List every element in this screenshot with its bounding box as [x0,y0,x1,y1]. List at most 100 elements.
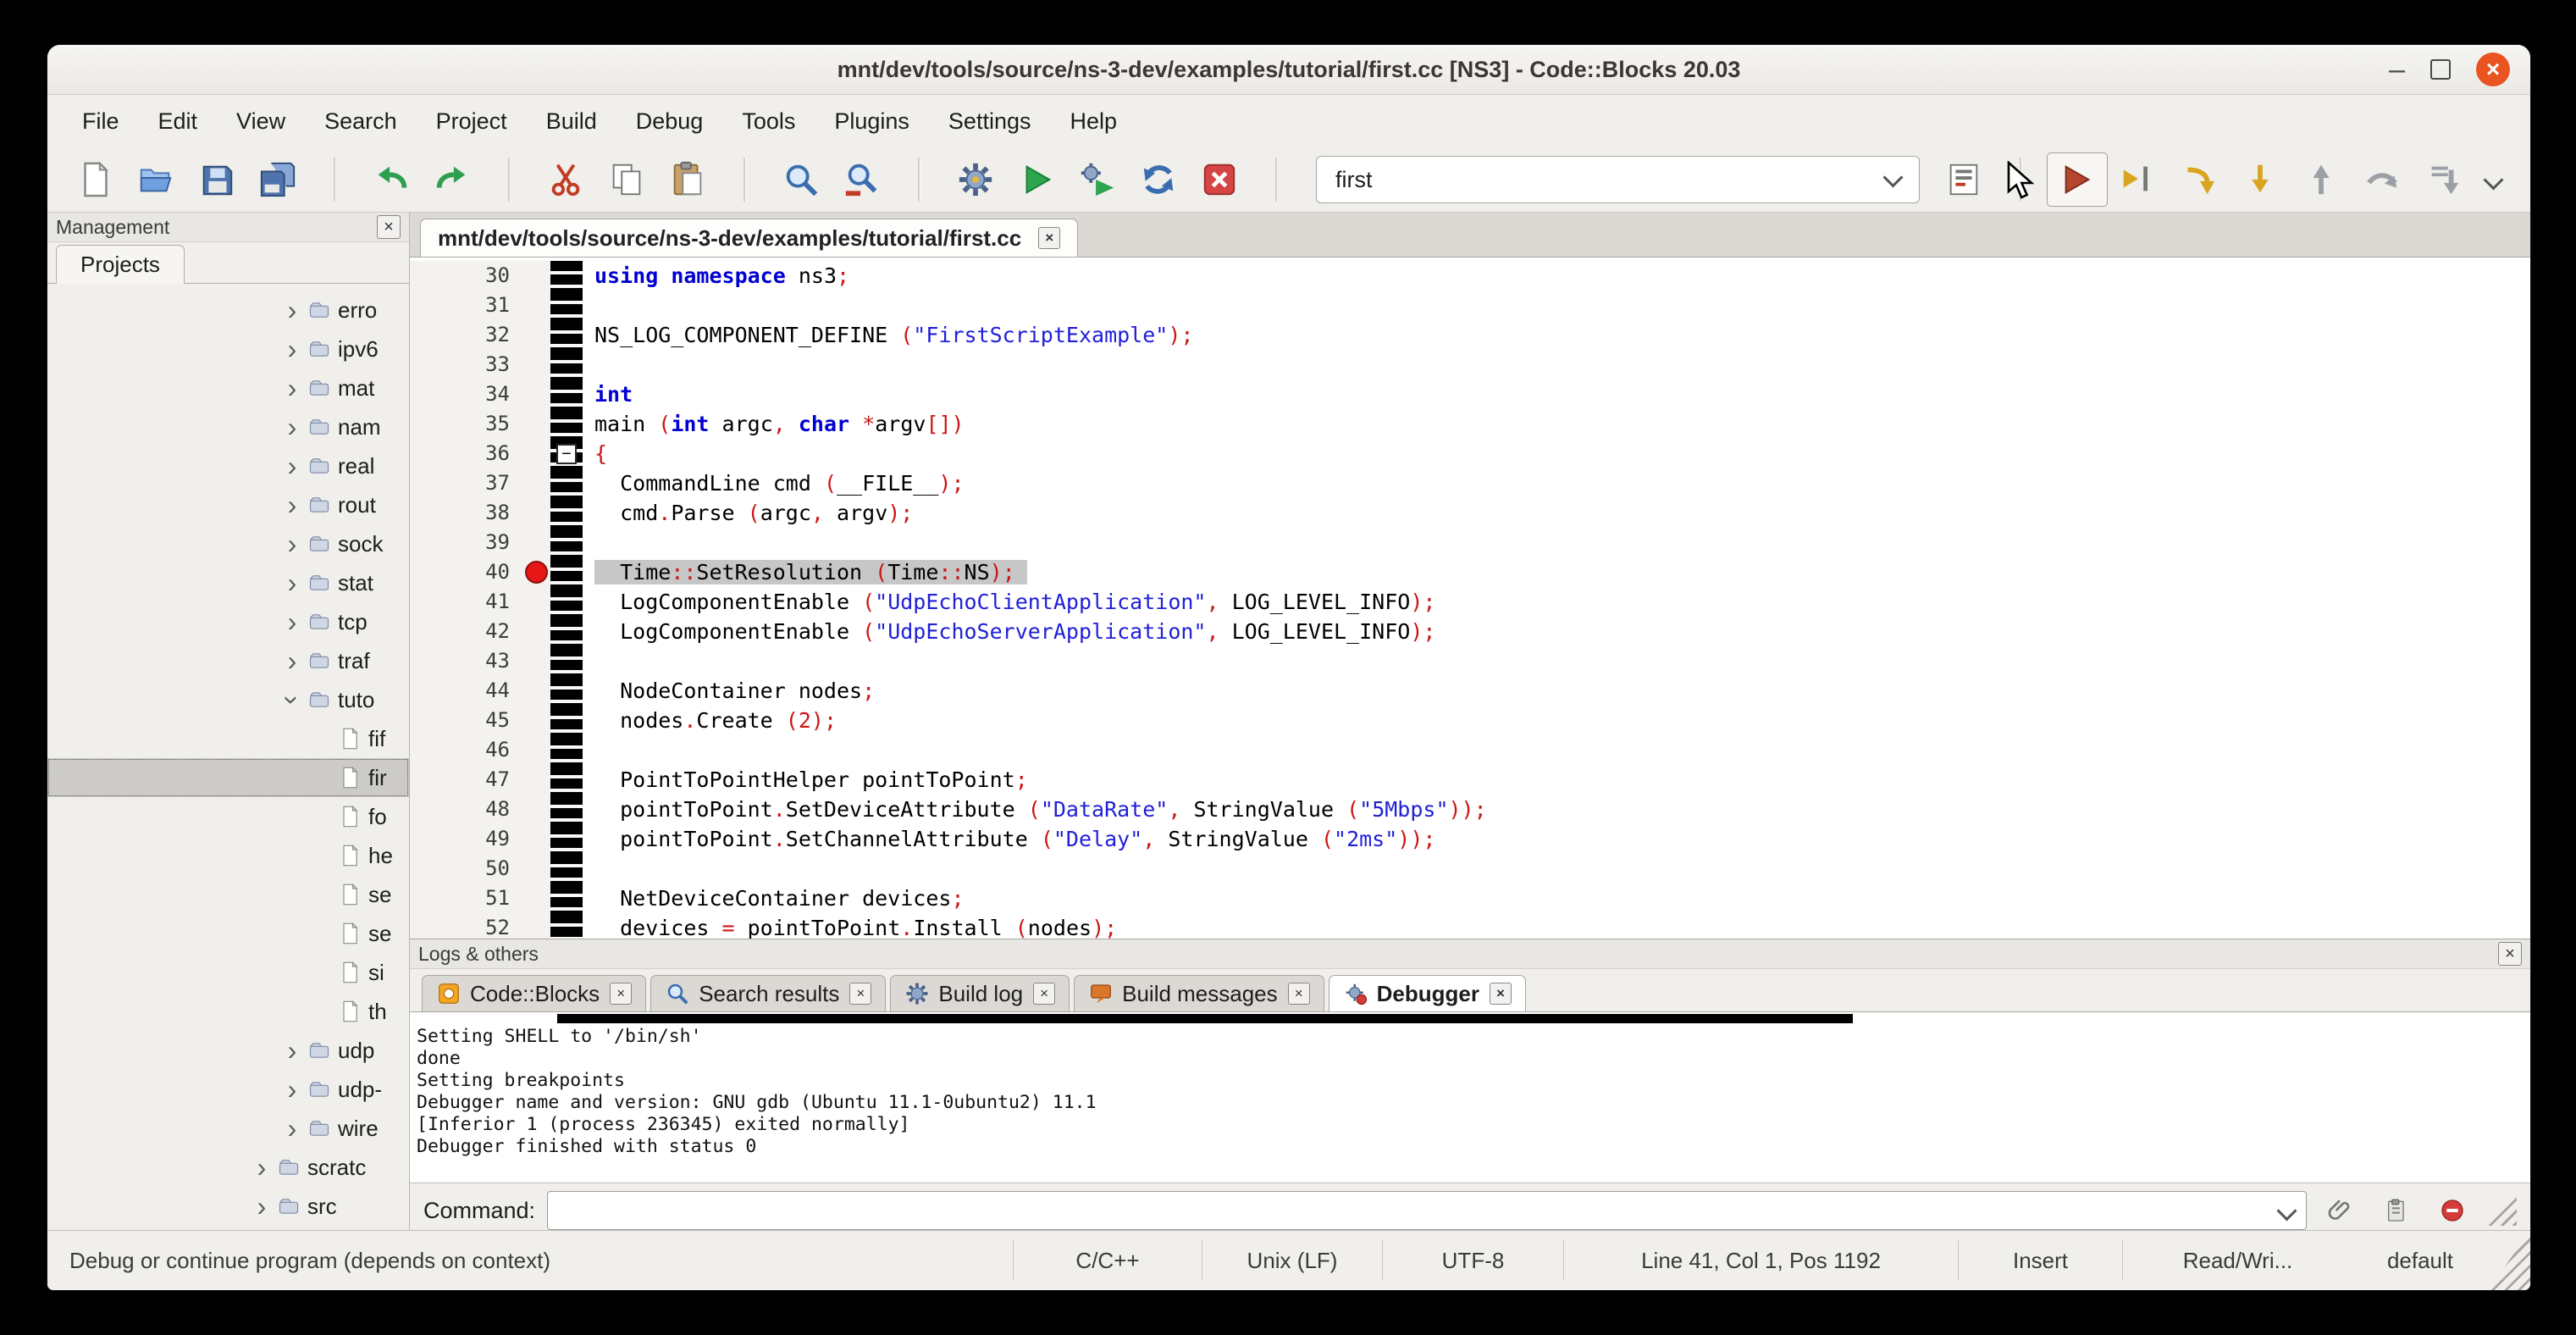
breakpoint-margin[interactable] [522,617,550,646]
tree-item-sock[interactable]: ›sock [47,524,409,563]
menu-item-project[interactable]: Project [417,102,527,141]
build-icon[interactable] [945,152,1006,207]
redo-icon[interactable] [422,152,483,207]
tree-item-mat[interactable]: ›mat [47,368,409,407]
breakpoint-margin[interactable] [522,528,550,557]
chevron-right-icon[interactable]: › [277,607,307,638]
log-tab-build-log[interactable]: Build log× [890,975,1070,1011]
toolbar-overflow-button[interactable] [2474,173,2513,187]
log-tab-code-blocks[interactable]: Code::Blocks× [422,975,646,1011]
menu-item-file[interactable]: File [63,102,139,141]
tree-item-udp[interactable]: ›udp [47,1031,409,1070]
chevron-right-icon[interactable]: › [277,1113,307,1144]
breakpoint-margin[interactable] [522,498,550,528]
command-dropdown-button[interactable] [2267,1192,2306,1229]
debugger-log[interactable]: Setting SHELL to '/bin/sh'doneSetting br… [410,1012,2530,1183]
breakpoint-icon[interactable] [525,561,548,584]
tree-item-udp[interactable]: ›udp- [47,1070,409,1109]
breakpoint-margin[interactable] [522,557,550,587]
new-file-icon[interactable] [64,152,125,207]
breakpoint-margin[interactable] [522,409,550,439]
tree-item-th[interactable]: th [47,992,409,1031]
breakpoint-margin[interactable] [522,291,550,320]
close-panel-icon[interactable]: × [377,215,401,239]
close-logs-icon[interactable]: × [2498,942,2522,966]
menu-item-plugins[interactable]: Plugins [815,102,929,141]
next-line-icon[interactable] [2169,152,2230,207]
menu-item-build[interactable]: Build [527,102,616,141]
attach-button[interactable] [2319,1190,2363,1231]
tree-item-stat[interactable]: ›stat [47,563,409,602]
copy-icon[interactable] [596,152,657,207]
tree-item-traf[interactable]: ›traf [47,641,409,680]
chevron-right-icon[interactable]: › [277,451,307,482]
breakpoint-margin[interactable] [522,676,550,706]
paste-icon[interactable] [657,152,718,207]
chevron-right-icon[interactable]: › [277,295,307,326]
step-into-icon[interactable] [2230,152,2291,207]
breakpoint-margin[interactable] [522,261,550,291]
build-and-run-icon[interactable] [1067,152,1128,207]
log-tab-search-results[interactable]: Search results× [650,975,886,1011]
close-button[interactable]: × [2476,53,2510,86]
breakpoint-margin[interactable] [522,439,550,468]
run-to-cursor-icon[interactable] [2108,152,2169,207]
close-tab-icon[interactable]: × [1033,983,1055,1005]
tree-item-wire[interactable]: ›wire [47,1109,409,1148]
undo-icon[interactable] [361,152,422,207]
fold-marker-icon[interactable]: − [556,444,577,464]
breakpoint-margin[interactable] [522,320,550,350]
compiler-messages-icon[interactable] [1933,152,1994,207]
breakpoint-margin[interactable] [522,884,550,913]
breakpoint-margin[interactable] [522,824,550,854]
menu-item-settings[interactable]: Settings [929,102,1051,141]
breakpoint-margin[interactable] [522,468,550,498]
run-icon[interactable] [1006,152,1067,207]
close-tab-icon[interactable]: × [1490,983,1512,1005]
editor-tab-first-cc[interactable]: mnt/dev/tools/source/ns-3-dev/examples/t… [420,219,1078,257]
cut-icon[interactable] [535,152,596,207]
tree-item-se[interactable]: se [47,914,409,953]
chevron-right-icon[interactable]: › [277,412,307,443]
tree-item-rout[interactable]: ›rout [47,485,409,524]
log-tab-build-messages[interactable]: Build messages× [1074,975,1324,1011]
menu-item-view[interactable]: View [217,102,305,141]
command-input[interactable] [547,1191,2307,1230]
chevron-right-icon[interactable]: › [277,334,307,365]
copy-log-button[interactable] [2374,1190,2418,1231]
close-tab-icon[interactable]: × [610,983,632,1005]
stop-debugger-button[interactable] [2430,1190,2474,1231]
tree-item-he[interactable]: he [47,836,409,875]
step-into-instruction-icon[interactable] [2413,152,2474,207]
save-icon[interactable] [186,152,247,207]
tree-item-real[interactable]: ›real [47,446,409,485]
menu-item-search[interactable]: Search [305,102,417,141]
breakpoint-margin[interactable] [522,706,550,735]
close-tab-icon[interactable]: × [1038,227,1060,249]
breakpoint-margin[interactable] [522,587,550,617]
replace-icon[interactable] [832,152,893,207]
breakpoint-margin[interactable] [522,765,550,795]
find-icon[interactable] [771,152,832,207]
chevron-right-icon[interactable]: › [277,529,307,560]
close-tab-icon[interactable]: × [1288,983,1310,1005]
open-file-icon[interactable] [125,152,186,207]
title-bar[interactable]: mnt/dev/tools/source/ns-3-dev/examples/t… [47,45,2530,95]
code-editor[interactable]: 30using namespace ns3;3132NS_LOG_COMPONE… [410,258,2530,939]
menu-item-help[interactable]: Help [1050,102,1136,141]
next-instruction-icon[interactable] [2352,152,2413,207]
chevron-right-icon[interactable]: › [277,1035,307,1066]
maximize-button[interactable] [2430,59,2451,80]
chevron-right-icon[interactable]: › [277,490,307,521]
tree-item-tcp[interactable]: ›tcp [47,602,409,641]
close-tab-icon[interactable]: × [849,983,871,1005]
save-all-icon[interactable] [247,152,308,207]
window-resize-grip[interactable] [2488,1231,2530,1290]
chevron-down-icon[interactable] [1882,167,1903,187]
breakpoint-margin[interactable] [522,379,550,409]
chevron-right-icon[interactable]: › [277,1074,307,1105]
build-target-combo[interactable]: first [1316,156,1920,203]
abort-icon[interactable] [1189,152,1250,207]
tree-item-ipv6[interactable]: ›ipv6 [47,330,409,368]
tab-projects[interactable]: Projects [56,245,185,284]
